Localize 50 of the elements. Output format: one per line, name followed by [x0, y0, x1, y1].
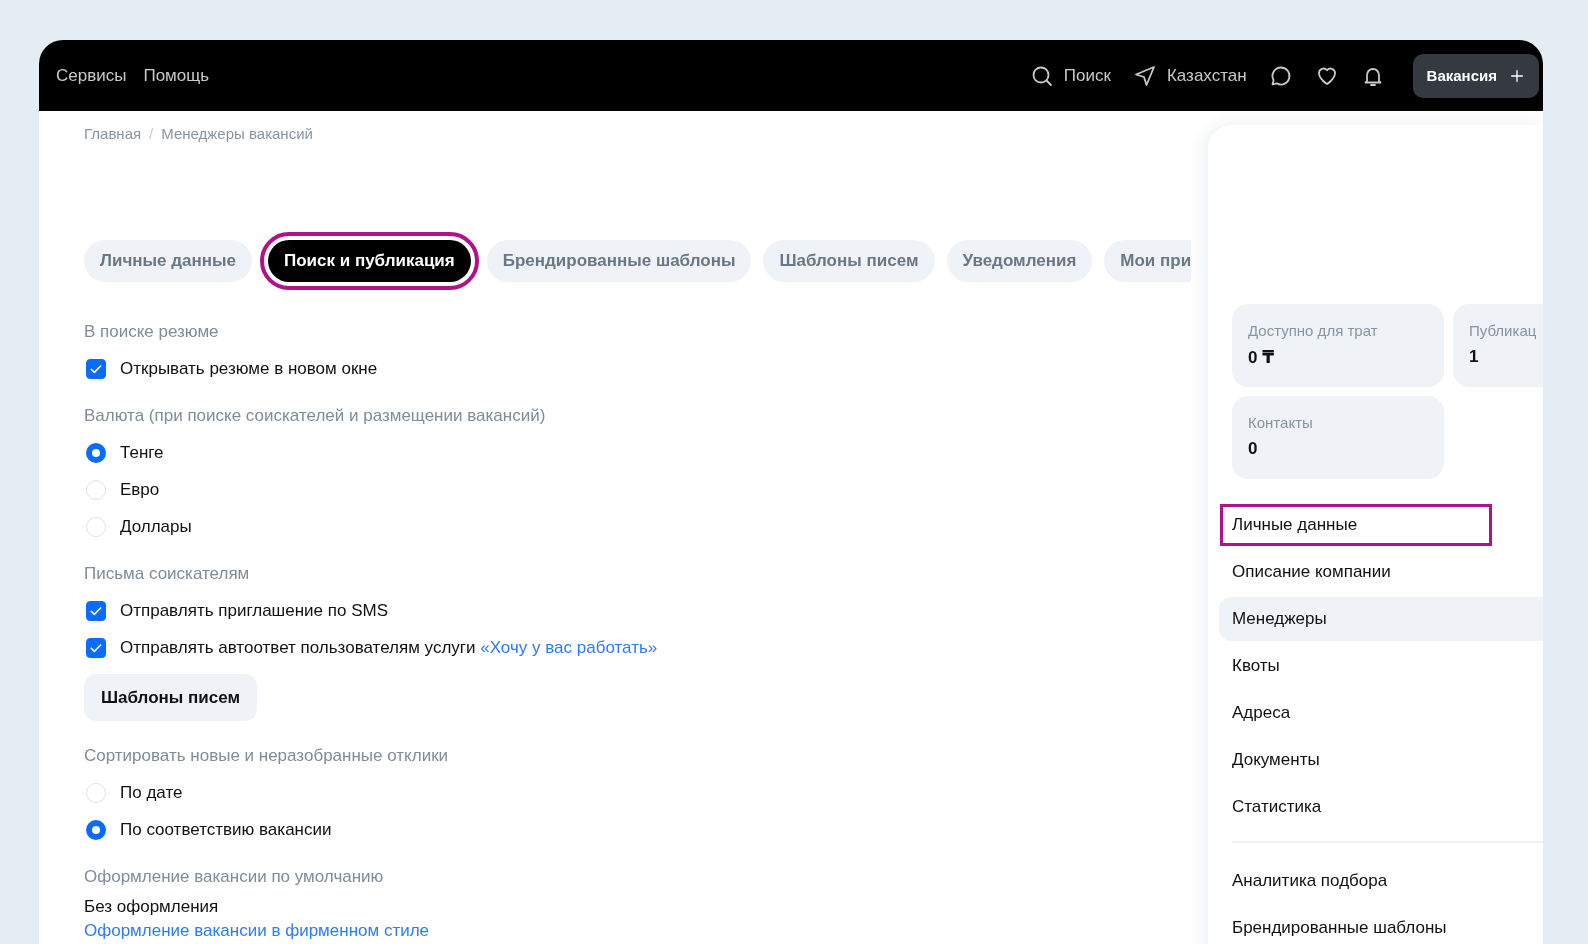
- link[interactable]: Оформление вакансии в фирменном стиле: [84, 919, 430, 943]
- section-heading: Валюта (при поиске соискателей и размещении вакансий): [84, 405, 547, 427]
- nav-link[interactable]: Помощь: [143, 65, 210, 86]
- section-heading: Сортировать новые и неразобранные отклики: [84, 745, 450, 767]
- checkbox[interactable]: [86, 637, 106, 658]
- nav-link[interactable]: Сервисы: [56, 65, 127, 86]
- checkbox-label: Отправлять автоответ пользователям услуги «Хочу у вас работать»: [120, 637, 658, 658]
- templates-button[interactable]: Шаблоны писем: [84, 674, 258, 721]
- section-heading: Оформление вакансии по умолчанию: [84, 866, 385, 888]
- stat-label: Контакты: [1248, 414, 1313, 431]
- menu-item[interactable]: Квоты: [1219, 644, 1543, 688]
- checkbox[interactable]: [86, 358, 106, 379]
- section-heading: В поиске резюме: [84, 321, 220, 343]
- checkbox-label: Отправлять приглашение по SMS: [120, 600, 388, 621]
- checkbox-label: Открывать резюме в новом окне: [120, 358, 378, 379]
- section-heading: Письма соискателям: [84, 563, 251, 585]
- radio-label: По соответствию вакансии: [120, 819, 332, 840]
- tab[interactable]: Брендированные шаблоны: [486, 240, 752, 282]
- stat-value: 0: [1248, 439, 1258, 459]
- menu-item[interactable]: Статистика: [1219, 785, 1543, 829]
- stat-label: Публикац: [1469, 322, 1537, 339]
- option-text: Без оформления: [84, 896, 219, 918]
- location-button[interactable]: Казахстан: [1132, 63, 1247, 88]
- tab[interactable]: Шаблоны писем: [763, 240, 935, 282]
- radio-label: Тенге: [120, 442, 164, 463]
- tab[interactable]: Уведомления: [946, 240, 1093, 282]
- link[interactable]: «Хочу у вас работать»: [480, 637, 658, 657]
- menu-item[interactable]: Аналитика подбора: [1219, 859, 1543, 903]
- plus-icon: [1509, 67, 1525, 84]
- radio-label: Евро: [120, 479, 160, 500]
- radio-button[interactable]: [86, 442, 106, 463]
- breadcrumb-separator: /: [149, 124, 154, 144]
- menu-item[interactable]: Адреса: [1219, 691, 1543, 735]
- menu-item[interactable]: Личные данные: [1219, 503, 1493, 547]
- stat-value: 0 ₸: [1248, 347, 1274, 368]
- radio-label: Доллары: [120, 516, 192, 537]
- stat-value: 1: [1469, 347, 1479, 367]
- menu-item[interactable]: Описание компании: [1219, 550, 1543, 594]
- navigation-arrow-icon: [1132, 63, 1157, 88]
- radio-label: По дате: [120, 782, 183, 803]
- menu-item[interactable]: Документы: [1219, 738, 1543, 782]
- tab[interactable]: Личные данные: [84, 240, 252, 282]
- search-button[interactable]: Поиск: [1029, 63, 1111, 88]
- checkbox[interactable]: [86, 600, 106, 621]
- radio-button[interactable]: [86, 819, 106, 840]
- stat-label: Доступно для трат: [1248, 322, 1378, 339]
- menu-item[interactable]: Брендированные шаблоны: [1219, 906, 1543, 944]
- menu-item[interactable]: Менеджеры: [1219, 597, 1543, 641]
- tab[interactable]: Мои при: [1104, 240, 1192, 282]
- vacancy-button[interactable]: Вакансия: [1412, 53, 1539, 98]
